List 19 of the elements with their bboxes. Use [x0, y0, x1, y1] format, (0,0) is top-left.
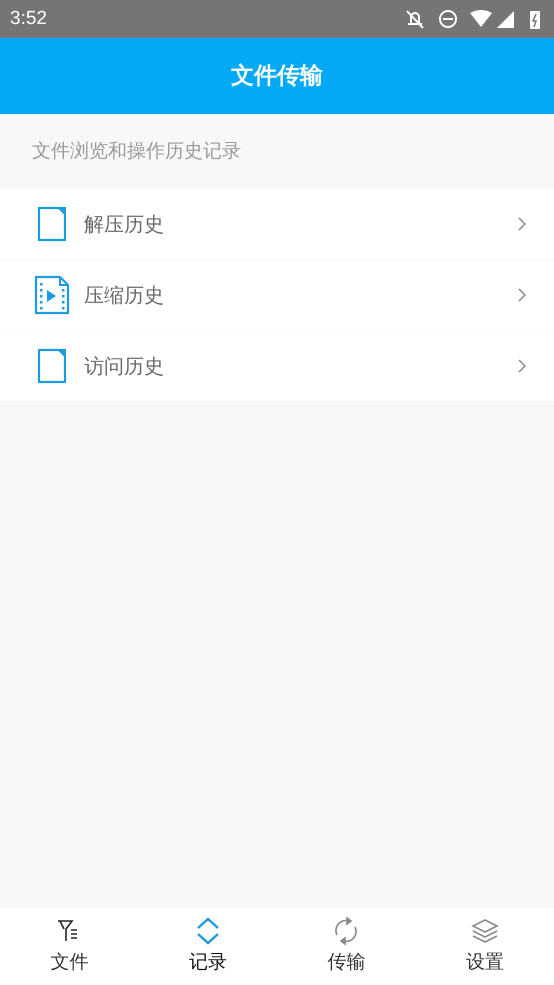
nav-tab[interactable]: 记录	[138, 908, 277, 985]
chevron-right-icon	[518, 217, 526, 231]
history-label: 解压历史	[84, 211, 165, 238]
chevron-right-icon	[518, 359, 526, 373]
document-icon	[37, 348, 67, 384]
section-caption: 文件浏览和操作历史记录	[32, 139, 241, 164]
chevron-right-icon	[518, 288, 526, 302]
video-file-icon	[34, 275, 70, 315]
history-item[interactable]: 解压历史	[0, 189, 554, 259]
history-label: 压缩历史	[84, 282, 165, 309]
history-label: 访问历史	[84, 353, 165, 380]
nav-tab[interactable]: 传输	[277, 908, 416, 985]
app-title: 文件传输	[231, 62, 323, 91]
history-item[interactable]: 压缩历史	[0, 260, 554, 330]
nav-tab[interactable]: 文件	[0, 908, 138, 985]
history-item[interactable]: 访问历史	[0, 331, 554, 401]
nav-tab[interactable]: 设置	[416, 908, 554, 985]
document-icon	[37, 206, 67, 242]
clock: 3:52	[10, 6, 47, 31]
